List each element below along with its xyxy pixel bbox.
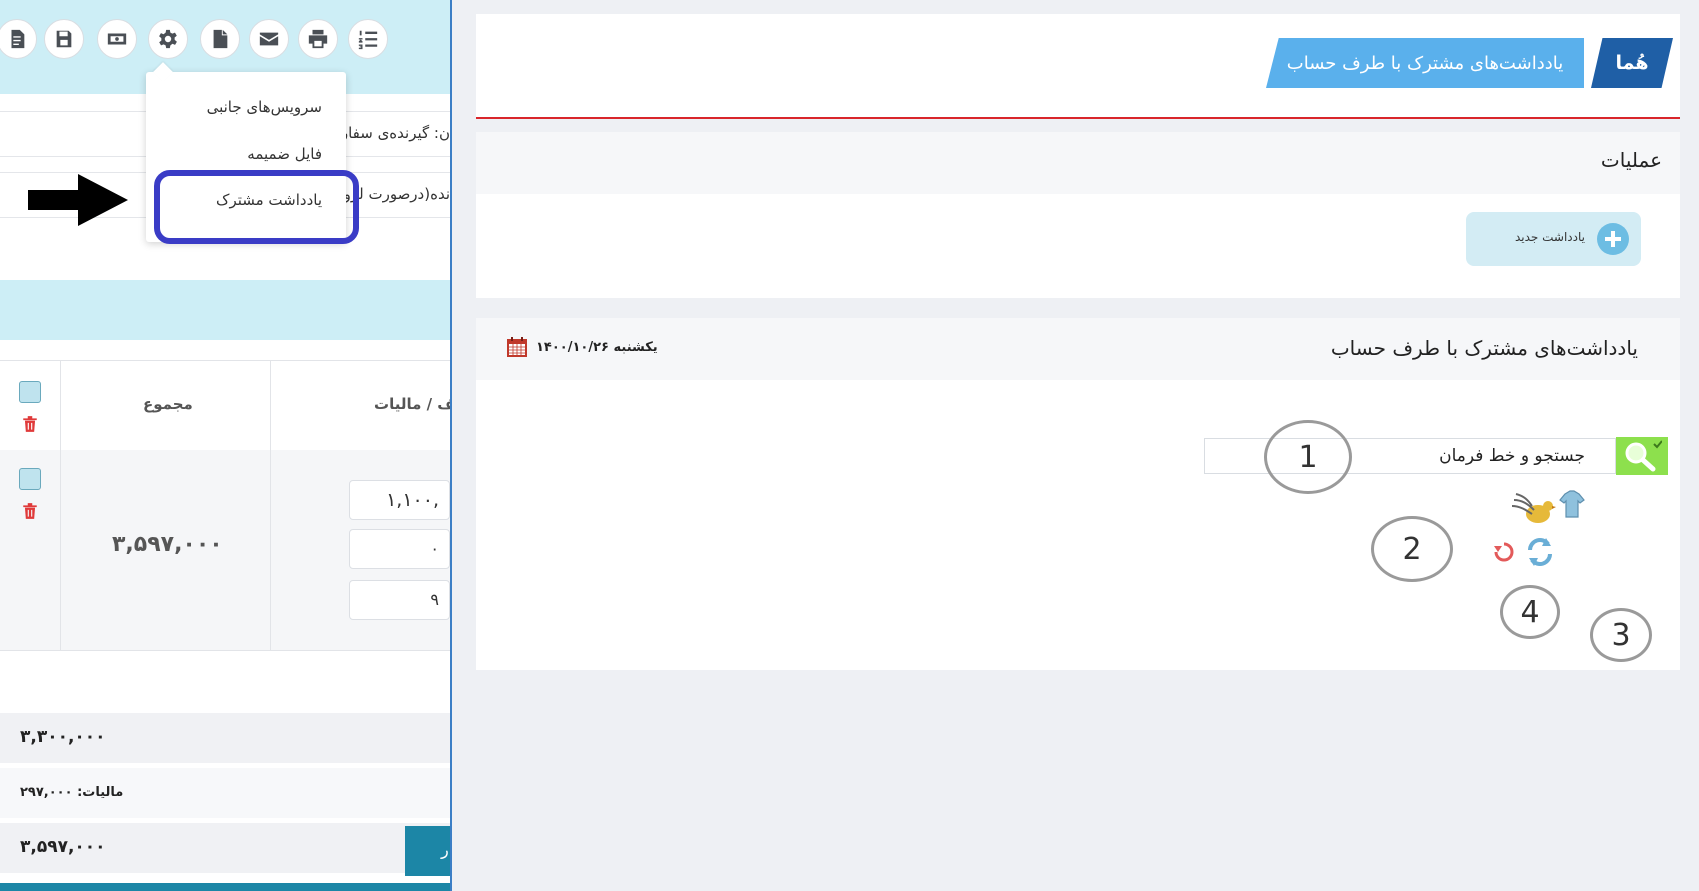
calendar-icon[interactable]: [506, 336, 528, 358]
column-divider: [270, 450, 271, 650]
file-button[interactable]: [200, 19, 240, 59]
column-divider: [60, 450, 61, 650]
items-table-header: مجموع یف / مالیات: [0, 360, 450, 452]
document-icon-button[interactable]: [0, 19, 37, 59]
search-button[interactable]: [1616, 437, 1668, 475]
amount-input[interactable]: ۱,۱۰۰,: [349, 480, 450, 520]
discount-tax-column-header: یف / مالیات: [374, 395, 450, 413]
operations-header: عملیات: [476, 132, 1680, 194]
settings-button[interactable]: [148, 19, 188, 59]
side-action-button[interactable]: ر: [405, 826, 450, 876]
annotation-circle-1: 1: [1264, 420, 1352, 494]
column-divider: [270, 361, 271, 450]
file-icon: [213, 29, 228, 49]
bottom-bar: [0, 883, 450, 891]
operations-title: عملیات: [1600, 148, 1662, 172]
document-icon: [11, 29, 25, 49]
plus-icon: [1597, 223, 1629, 255]
refresh-icon[interactable]: [1522, 534, 1558, 570]
row-checkbox[interactable]: [19, 468, 41, 490]
panel-header: یادداشت‌های مشترک با طرف حساب هُما: [476, 14, 1680, 119]
column-divider: [60, 361, 61, 450]
shared-notes-card: یادداشت‌های مشترک با طرف حساب یکشنبه ۱۴۰…: [476, 318, 1680, 670]
clothes-icon[interactable]: [1559, 490, 1585, 518]
grand-total-row: ۳,۵۹۷,۰۰۰: [0, 823, 450, 873]
printer-icon: [308, 29, 328, 49]
subtotal-row: ۳,۳۰۰,۰۰۰: [0, 713, 450, 763]
numbered-list-icon: [358, 30, 378, 50]
tax-input[interactable]: ۹: [349, 580, 450, 620]
menu-item-attachment[interactable]: فایل ضمیمه: [247, 145, 322, 163]
shared-notes-panel: یادداشت‌های مشترک با طرف حساب هُما عملیا…: [452, 0, 1699, 891]
discount-input[interactable]: ۰: [349, 529, 450, 569]
page-title: یادداشت‌های مشترک با طرف حساب: [1266, 38, 1584, 88]
select-all-checkbox[interactable]: [19, 381, 41, 403]
table-row: ۳,۵۹۷,۰۰۰ ۱,۱۰۰, ۰ ۹: [0, 450, 450, 651]
new-note-button[interactable]: یادداشت جدید: [1466, 212, 1641, 266]
current-date: یکشنبه ۱۴۰۰/۱۰/۲۶: [536, 340, 658, 355]
arrow-right-icon: [28, 174, 128, 226]
grand-total-value: ۳,۵۹۷,۰۰۰: [20, 837, 106, 857]
total-column-header: مجموع: [143, 395, 193, 413]
trash-icon[interactable]: [21, 415, 39, 433]
numbered-list-button[interactable]: [348, 19, 388, 59]
print-button[interactable]: [298, 19, 338, 59]
trash-icon[interactable]: [21, 502, 39, 520]
menu-item-side-services[interactable]: سرویس‌های جانبی: [207, 98, 322, 116]
tax-value: مالیات: ۲۹۷,۰۰۰: [20, 785, 124, 800]
dove-icon[interactable]: [1510, 488, 1556, 530]
notes-header: یادداشت‌های مشترک با طرف حساب یکشنبه ۱۴۰…: [476, 318, 1680, 380]
new-note-label: یادداشت جدید: [1514, 230, 1585, 244]
subtotal-value: ۳,۳۰۰,۰۰۰: [20, 727, 106, 747]
envelope-icon: [259, 32, 279, 46]
annotation-circle-4: 4: [1500, 585, 1560, 639]
tax-row: مالیات: ۲۹۷,۰۰۰: [0, 768, 450, 818]
magnifier-icon: [1625, 440, 1662, 472]
payment-button[interactable]: [97, 19, 137, 59]
brand-logo: هُما: [1591, 38, 1673, 88]
notes-title: یادداشت‌های مشترک با طرف حساب: [1330, 336, 1638, 360]
save-button[interactable]: [44, 19, 84, 59]
email-button[interactable]: [249, 19, 289, 59]
shared-note-highlight: [154, 170, 359, 244]
operations-card: عملیات یادداشت جدید: [476, 132, 1680, 298]
annotation-circle-2: 2: [1371, 516, 1453, 582]
gear-icon: [159, 29, 177, 49]
background-invoice-page: ن: گیرنده‌ی سفارش نده(درصورت لزوم مجموع …: [0, 0, 450, 891]
save-icon: [56, 30, 72, 48]
undo-icon[interactable]: [1492, 540, 1516, 564]
row-total-value: ۳,۵۹۷,۰۰۰: [112, 532, 223, 557]
money-icon: [107, 33, 127, 45]
section-band: [0, 280, 450, 340]
annotation-circle-3: 3: [1590, 608, 1652, 662]
